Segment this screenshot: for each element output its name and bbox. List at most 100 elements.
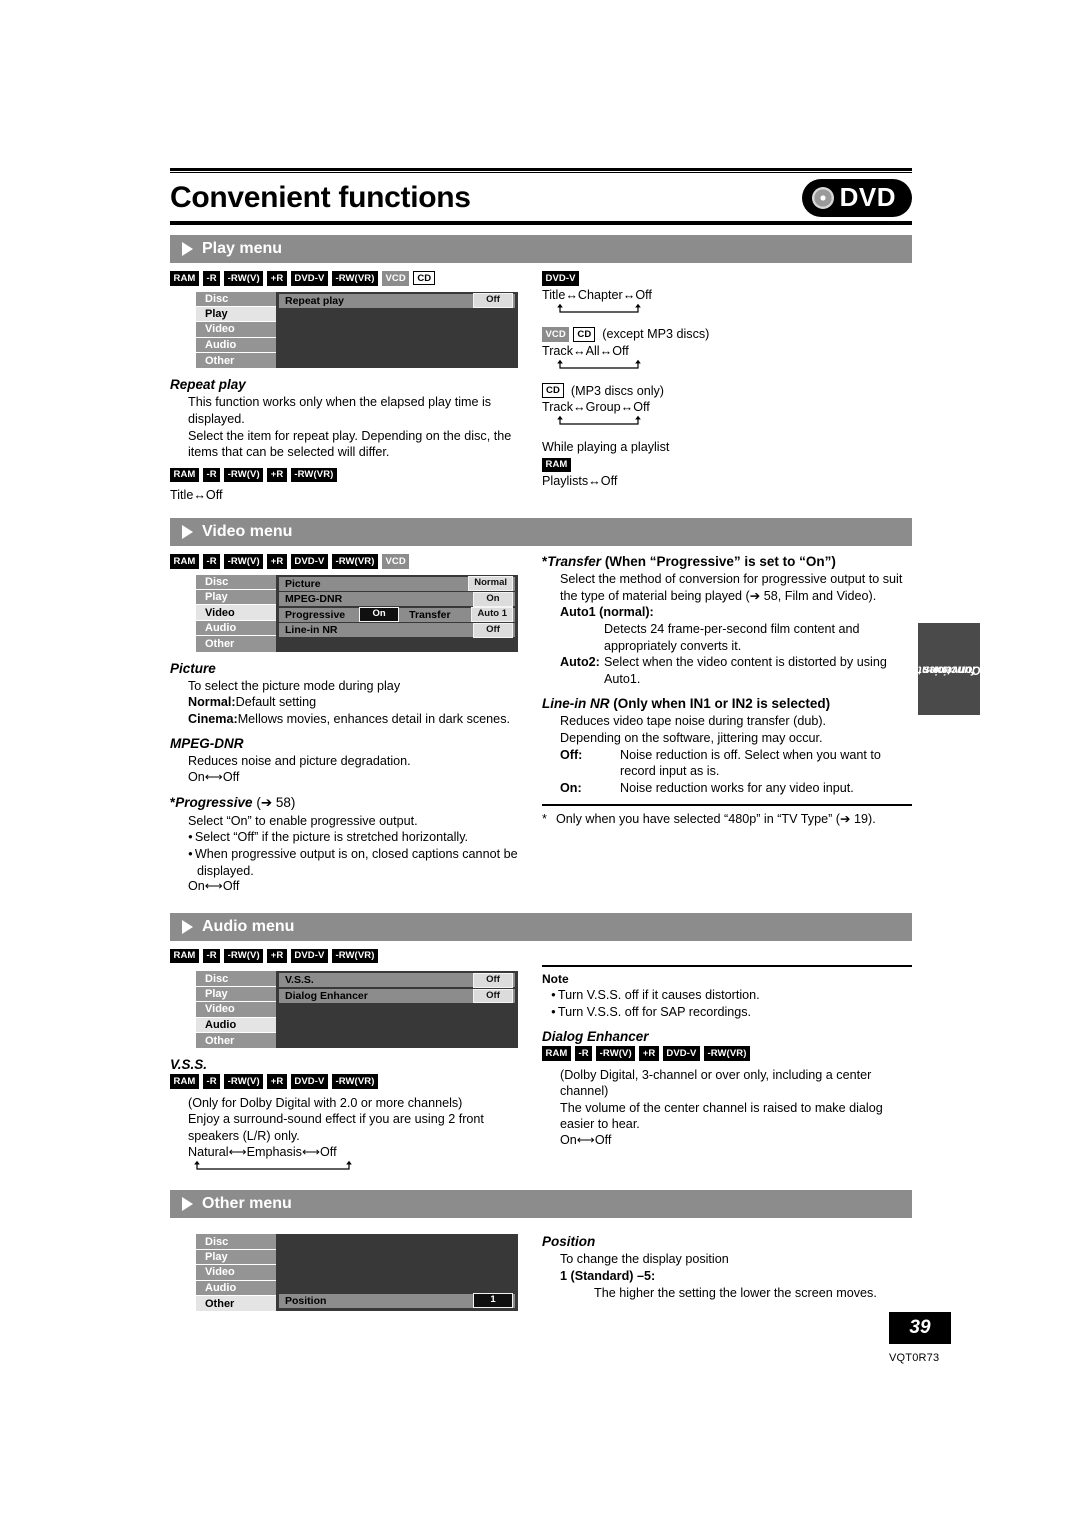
- osd-row[interactable]: Line-in NR Off: [279, 622, 515, 638]
- badge-note: (MP3 discs only): [570, 383, 664, 398]
- osd-tab-list: Disc Play Video Audio Other: [196, 1234, 276, 1312]
- disc-badge: DVD-V: [662, 1046, 700, 1061]
- bullet-item: When progressive output is on, closed ca…: [188, 846, 522, 879]
- osd-panel-video: Disc Play Video Audio Other Picture Normal MPE…: [196, 574, 518, 652]
- disc-badge: -R: [202, 554, 221, 569]
- osd-row-list: Position 1: [276, 1234, 518, 1312]
- disc-badge: DVD-V: [290, 948, 328, 964]
- osd-tab-video[interactable]: Video: [196, 1265, 276, 1281]
- disc-badge: -RW(VR): [331, 554, 378, 569]
- disc-badge: +R: [267, 467, 287, 483]
- cycle-loop-arrow: [557, 303, 641, 313]
- disc-badge: -RW(VR): [331, 271, 378, 286]
- disc-badge: -RW(V): [224, 271, 264, 286]
- definition-term: Auto2:: [560, 655, 600, 670]
- osd-row-value[interactable]: Off: [473, 622, 513, 638]
- disc-badge-list: RAM -R -RW(V) +R DVD-V -RW(VR) VCD: [170, 554, 522, 569]
- osd-row-value[interactable]: Off: [473, 293, 513, 308]
- osd-row-list: Repeat play Off: [276, 291, 518, 369]
- section-title: Audio menu: [202, 917, 295, 935]
- page-title: Convenient functions: [170, 181, 471, 214]
- osd-tab-play[interactable]: Play: [196, 1249, 276, 1266]
- osd-tab-disc[interactable]: Disc: [196, 291, 276, 307]
- disc-badge: RAM: [170, 271, 199, 286]
- term-progressive: *Progressive (➔ 58): [170, 795, 522, 811]
- definition-row: Off: Noise reduction is off. Select when…: [560, 747, 912, 780]
- osd-row-value-2[interactable]: Auto 1: [471, 607, 513, 623]
- paragraph: Select the method of conversion for prog…: [560, 572, 903, 603]
- disc-badge: -RW(V): [596, 1046, 636, 1061]
- osd-tab-other[interactable]: Other: [196, 1032, 276, 1049]
- osd-tab-play[interactable]: Play: [196, 986, 276, 1003]
- disc-badge: -R: [202, 1074, 221, 1089]
- bullet-item: Select “Off” if the picture is stretched…: [188, 829, 522, 846]
- document-page: Convenient functions DVD Play menu RAM -R…: [170, 168, 912, 1312]
- osd-row[interactable]: Repeat play Off: [279, 293, 515, 308]
- paragraph: Select “On” to enable progressive output…: [188, 813, 418, 828]
- osd-row[interactable]: Picture Normal: [279, 576, 515, 592]
- disc-badge: -RW(VR): [331, 948, 378, 964]
- paragraph: Reduces video tape noise during transfer…: [560, 714, 827, 729]
- note-title: Note: [542, 971, 569, 986]
- osd-tab-other[interactable]: Other: [196, 1296, 276, 1312]
- osd-tab-audio[interactable]: Audio: [196, 1017, 276, 1033]
- repeat-mode-block: VCD CD (except MP3 discs) Track↔All↔Off: [542, 327, 912, 371]
- osd-tab-other[interactable]: Other: [196, 353, 276, 369]
- osd-tab-audio[interactable]: Audio: [196, 1280, 276, 1296]
- term-label: Transfer: [547, 554, 602, 570]
- definition-text: Noise reduction works for any video inpu…: [620, 780, 854, 795]
- osd-row-value[interactable]: Normal: [468, 576, 513, 592]
- disc-badge-list: DVD-V: [542, 271, 912, 286]
- osd-row[interactable]: MPEG-DNR On: [279, 591, 515, 607]
- disc-badge-list: RAM -R -RW(V) +R -RW(VR): [170, 467, 522, 483]
- osd-row-value[interactable]: On: [473, 591, 513, 607]
- osd-row-list: V.S.S. Off Dialog Enhancer Off: [276, 971, 518, 1049]
- osd-tab-video[interactable]: Video: [196, 322, 276, 338]
- footnote-text: Only when you have selected “480p” in “T…: [556, 812, 876, 827]
- osd-tab-disc[interactable]: Disc: [196, 574, 276, 591]
- disc-badge: -RW(V): [224, 467, 264, 483]
- osd-blank-row: [276, 309, 518, 323]
- osd-tab-audio[interactable]: Audio: [196, 337, 276, 354]
- footnote-star: *: [542, 812, 547, 827]
- disc-badge: RAM: [170, 467, 199, 483]
- term-picture: Picture: [170, 660, 216, 676]
- disc-badge: -RW(V): [224, 554, 264, 569]
- divider: [542, 804, 912, 807]
- osd-row-value[interactable]: On: [359, 607, 400, 623]
- section-header-audio-menu: Audio menu: [170, 912, 912, 941]
- footnote: * Only when you have selected “480p” in …: [542, 811, 912, 828]
- paragraph: Depending on the software, jittering may…: [560, 731, 823, 745]
- osd-row-value[interactable]: 1: [473, 1293, 513, 1309]
- osd-tab-play[interactable]: Play: [196, 590, 276, 606]
- disc-badge-list: RAM -R -RW(V) +R DVD-V -RW(VR) VCD CD: [170, 271, 522, 286]
- cycle-text: Title↔Off: [170, 488, 223, 503]
- osd-tab-video[interactable]: Video: [196, 605, 276, 621]
- osd-row[interactable]: V.S.S. Off: [279, 972, 515, 988]
- definition-text: Select when the video content is distort…: [604, 655, 887, 686]
- osd-row-value[interactable]: Off: [473, 988, 513, 1004]
- osd-blank-row: [276, 325, 518, 339]
- osd-tab-disc[interactable]: Disc: [196, 971, 276, 987]
- term-position: Position: [542, 1234, 596, 1250]
- osd-row[interactable]: Dialog Enhancer Off: [279, 988, 515, 1004]
- term-line-in-nr: Line-in NR (Only when IN1 or IN2 is sele…: [542, 696, 912, 711]
- definition-term: On:: [560, 780, 582, 795]
- disc-badge: +R: [267, 554, 287, 569]
- term-repeat-play: Repeat play: [170, 377, 246, 393]
- disc-badge: +R: [267, 1074, 287, 1089]
- term-label: Progressive: [175, 794, 253, 810]
- disc-badge-list: RAM -R -RW(V) +R DVD-V -RW(VR): [542, 1046, 912, 1061]
- osd-row-value[interactable]: Off: [473, 972, 513, 988]
- osd-row[interactable]: Progressive On Transfer Auto 1: [279, 607, 515, 623]
- disc-badge: -R: [202, 271, 221, 286]
- osd-tab-disc[interactable]: Disc: [196, 1234, 276, 1250]
- disc-badge: -R: [202, 467, 221, 483]
- cycle-loop-arrow: [194, 1161, 352, 1171]
- osd-tab-play[interactable]: Play: [196, 306, 276, 323]
- osd-tab-other[interactable]: Other: [196, 636, 276, 652]
- osd-tab-video[interactable]: Video: [196, 1002, 276, 1018]
- osd-row[interactable]: Position 1: [279, 1293, 515, 1309]
- disc-badge: CD: [542, 383, 564, 398]
- osd-tab-audio[interactable]: Audio: [196, 620, 276, 637]
